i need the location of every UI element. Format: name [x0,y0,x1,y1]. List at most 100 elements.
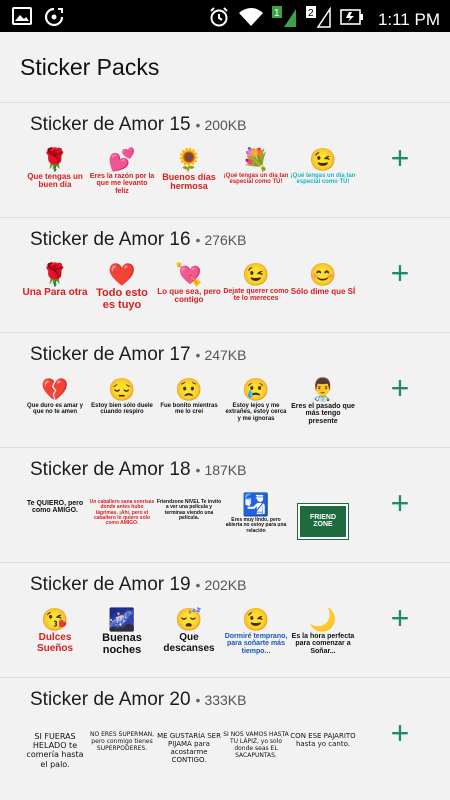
pack-size: 202KB [204,577,247,593]
sticker-thumbnail: 😉 Dejate querer como te lo mereces [223,262,289,328]
sticker-thumbnail: 😉 ¡Qué tengas un día tan especial como TÚ… [290,147,356,213]
battery-icon [340,9,364,30]
pack-name: Sticker de Amor 19 [30,574,191,595]
sticker-caption: ¡Qué tengas un día tan especial como TÚ! [223,173,289,186]
sticker-emoji-icon: 😟 [175,377,203,402]
sticker-thumbnail: 🌙 Es la hora perfecta para comenzar a Soñ… [290,607,356,673]
sticker-previews: 😘 Dulces Sueños 🌌 Buenas noches 😴 Que descans… [22,607,354,673]
sticker-thumbnail: Friendzone NIVEL Te invito a ver una pel… [156,492,222,558]
sticker-caption: SI FUERAS HELADO te comería hasta el pal… [26,732,84,769]
sticker-caption: SI NOS VAMOS HASTA TU LÁPIZ, yo solo don… [223,731,289,759]
wifi-icon [238,7,264,32]
sticker-caption: Sólo dime que SÍ [290,287,356,296]
app-header: Sticker Packs [0,32,450,102]
bullet-separator: • [195,232,201,248]
sticker-pack-list: Sticker de Amor 15 • 200KB 🌹 Que tengas un … [0,102,450,792]
sticker-pack-row[interactable]: Sticker de Amor 15 • 200KB 🌹 Que tengas un … [0,102,450,217]
sticker-emoji-icon: ❤️ [108,262,136,287]
sticker-caption: ME GUSTARÍA SER PIJAMA para acostarme CO… [157,732,221,765]
sticker-emoji-icon: 💕 [108,147,136,172]
sticker-emoji-icon: 🌻 [175,147,203,172]
sticker-emoji-icon: 👨‍⚕️ [309,377,337,402]
signal-icon: 2 [305,5,332,34]
sticker-caption: Te QUIERO, pero como AMIGO. [26,500,84,515]
sticker-caption: FRIEND ZONE [297,503,349,540]
sticker-emoji-icon: 🌹 [41,147,69,172]
sticker-emoji-icon: 😉 [242,262,270,287]
sticker-thumbnail: SI FUERAS HELADO te comería hasta el pal… [22,722,88,788]
alarm-icon [208,6,230,33]
svg-text:1: 1 [274,8,280,19]
sticker-caption: Buenos días hermosa [162,172,216,192]
pack-name: Sticker de Amor 18 [30,459,191,480]
sticker-previews: 🌹 Que tengas un buen día 💕 Eres la razón po… [22,147,355,213]
sticker-thumbnail: Te QUIERO, pero como AMIGO. [22,492,88,558]
sticker-previews: SI FUERAS HELADO te comería hasta el pal… [22,722,355,788]
sticker-thumbnail: Un caballero sana sonrisas donde antes h… [89,492,155,558]
sticker-thumbnail: 😢 Estoy lejos y me extrañes, estoy cerca … [223,377,289,443]
sticker-caption: Dejate querer como te lo mereces [223,288,289,303]
sticker-caption: Friendzone NIVEL Te invito a ver una pel… [156,499,222,521]
sticker-caption: Un caballero sana sonrisas donde antes h… [89,499,155,526]
sticker-thumbnail: 😔 Estoy bien sólo duele cuando respiro [89,377,155,443]
sticker-caption: Dormiré temprano, para soñarte más tiemp… [224,633,288,655]
pack-name: Sticker de Amor 20 [30,689,191,710]
add-pack-button[interactable]: + [386,372,414,404]
add-pack-button[interactable]: + [386,602,414,634]
sticker-emoji-icon: 🌹 [41,262,69,287]
sticker-thumbnail: CON ESE PAJARITO hasta yo canto. [290,722,356,788]
bullet-separator: • [195,347,201,363]
bullet-separator: • [195,462,201,478]
sticker-caption: Estoy bien sólo duele cuando respiro [91,403,153,416]
sticker-thumbnail: 😴 Que descanses [156,607,222,673]
sticker-thumbnail: 🌻 Buenos días hermosa [156,147,222,213]
add-pack-button[interactable]: + [386,257,414,289]
sticker-caption: Todo esto es tuyo [96,287,148,311]
page-title: Sticker Packs [20,54,160,80]
sticker-pack-row[interactable]: Sticker de Amor 18 • 187KB Te QUIERO, pero… [0,447,450,562]
sticker-emoji-icon: 🛂 [242,492,270,517]
sticker-caption: ¡Qué tengas un día tan especial como TÚ! [290,173,356,186]
pack-size: 200KB [204,117,247,133]
sticker-emoji-icon: 😉 [242,607,270,632]
sticker-thumbnail: 😘 Dulces Sueños [22,607,88,673]
bullet-separator: • [195,117,201,133]
sticker-thumbnail: 💕 Eres la razón por la que me levanto fel… [89,147,155,213]
pack-size: 333KB [204,692,247,708]
sticker-emoji-icon: 😔 [108,377,136,402]
add-pack-button[interactable]: + [386,142,414,174]
pack-size: 247KB [204,347,247,363]
sticker-emoji-icon: 💐 [242,147,270,172]
sticker-caption: Eres la razón por la que me levanto feli… [89,173,155,195]
sticker-caption: Fue bonito mientras me lo creí [160,403,218,416]
status-bar: 1 2 1:11 PM [0,0,450,32]
sticker-thumbnail: 😊 Sólo dime que SÍ [290,262,356,328]
sticker-pack-row[interactable]: Sticker de Amor 20 • 333KB SI FUERAS HELAD… [0,677,450,792]
sticker-thumbnail: ME GUSTARÍA SER PIJAMA para acostarme CO… [156,722,222,788]
sticker-thumbnail: ❤️ Todo esto es tuyo [89,262,155,328]
sticker-thumbnail: 👨‍⚕️ Eres el pasado que más tengo present… [290,377,356,443]
sticker-caption: Buenas noches [102,632,142,656]
sticker-emoji-icon: 😘 [41,607,69,632]
sticker-thumbnail: 💔 Que duro es amar y que no te amen [22,377,88,443]
sticker-pack-row[interactable]: Sticker de Amor 16 • 276KB 🌹 Una Para otra ❤… [0,217,450,332]
add-pack-button[interactable]: + [386,487,414,519]
sticker-pack-row[interactable]: Sticker de Amor 17 • 247KB 💔 Que duro es am… [0,332,450,447]
sticker-caption: Estoy lejos y me extrañes, estoy cerca y… [225,403,287,422]
sticker-previews: 🌹 Una Para otra ❤️ Todo esto es tuyo 💘 Lo que… [22,262,355,328]
sticker-caption: Eres el pasado que más tengo presente [291,403,355,425]
add-pack-button[interactable]: + [386,717,414,749]
sticker-caption: NO ERES SUPERMAN, pero conmigo tienes SU… [89,731,155,752]
sticker-thumbnail: 💘 Lo que sea, pero contigo [156,262,222,328]
status-time: 1:11 PM [377,9,440,29]
sticker-thumbnail: FRIEND ZONE [290,492,356,558]
sticker-thumbnail: NO ERES SUPERMAN, pero conmigo tienes SU… [89,722,155,788]
sticker-pack-row[interactable]: Sticker de Amor 19 • 202KB 😘 Dulces Sueños 🌌… [0,562,450,677]
sticker-thumbnail: 🌹 Una Para otra [22,262,88,328]
sticker-emoji-icon: 🌙 [309,607,337,632]
sticker-caption: Eres muy lindo, pero abierta no estoy pa… [225,517,287,534]
image-icon [12,7,32,32]
pack-size: 276KB [204,232,247,248]
sticker-emoji-icon: 💘 [175,262,203,287]
sticker-caption: Una Para otra [22,287,88,298]
